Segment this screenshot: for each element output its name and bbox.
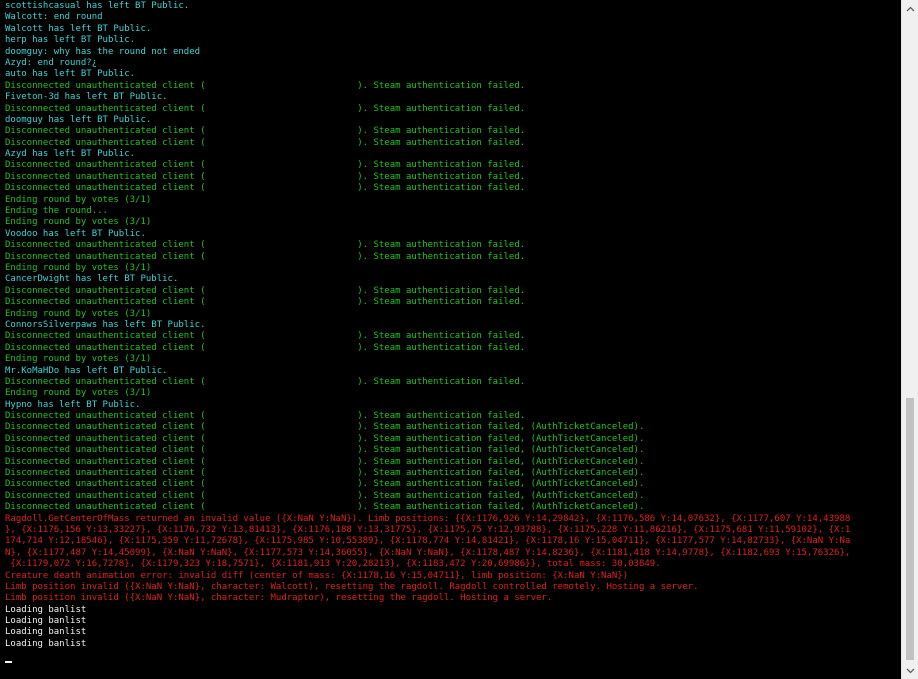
console-line: Limb position invalid ({X:NaN Y:NaN}, ch… <box>5 593 553 604</box>
console-line: Disconnected unauthenticated client ( ).… <box>5 468 645 479</box>
console-line: Disconnected unauthenticated client ( ).… <box>5 80 526 91</box>
chevron-up-icon <box>906 6 914 11</box>
console-line: Creature death animation error: invalid … <box>5 570 629 581</box>
console-line: Fiveton-3d has left BT Public. <box>5 92 168 103</box>
console-line: doomguy: why has the round not ended <box>5 46 201 57</box>
console-line: Disconnected unauthenticated client ( ).… <box>5 433 645 444</box>
vertical-scrollbar[interactable] <box>901 0 918 679</box>
console-line: Disconnected unauthenticated client ( ).… <box>5 479 645 490</box>
console-line: Loading banlist <box>5 616 87 627</box>
console-line: scottishcasual has left BT Public. <box>5 1 190 11</box>
console-line: Disconnected unauthenticated client ( ).… <box>5 331 526 342</box>
console-line: Disconnected unauthenticated client ( ).… <box>5 171 526 182</box>
console-line: Loading banlist <box>5 604 87 615</box>
console-line: Disconnected unauthenticated client ( ).… <box>5 126 526 137</box>
console-line: Ending the round... <box>5 206 108 217</box>
console-line: Disconnected unauthenticated client ( ).… <box>5 376 526 387</box>
console-line: Disconnected unauthenticated client ( ).… <box>5 297 526 308</box>
console-line: Ragdoll.GetCenterOfMass returned an inva… <box>5 513 851 524</box>
input-cursor <box>5 661 12 663</box>
console-line: Mr.KoMaHDo has left BT Public. <box>5 365 168 376</box>
chevron-down-icon <box>906 668 914 673</box>
console-window[interactable]: scottishcasual has left BT Public. Walcot… <box>0 0 900 679</box>
console-log: scottishcasual has left BT Public. Walcot… <box>5 1 900 650</box>
console-line: Voodoo has left BT Public. <box>5 228 146 239</box>
console-line: Azyd has left BT Public. <box>5 149 136 160</box>
console-line: Disconnected unauthenticated client ( ).… <box>5 445 645 456</box>
console-line: Disconnected unauthenticated client ( ).… <box>5 490 645 501</box>
console-line: Disconnected unauthenticated client ( ).… <box>5 502 645 513</box>
console-line: Walcott: end round <box>5 12 103 23</box>
console-line: auto has left BT Public. <box>5 69 136 80</box>
console-line: 174,714 Y:12,18546}, {X:1175,359 Y:11,72… <box>5 536 851 547</box>
console-line: ConnorsSilverpaws has left BT Public. <box>5 319 206 330</box>
console-line: Ending round by votes (3/1) <box>5 262 152 273</box>
console-line: }, {X:1176,156 Y:13,33227}, {X:1176,732 … <box>5 524 851 535</box>
console-line: Disconnected unauthenticated client ( ).… <box>5 183 526 194</box>
console-line: N}, {X:1177,487 Y:14,45099}, {X:NaN Y:Na… <box>5 547 851 558</box>
console-line: Ending round by votes (3/1) <box>5 308 152 319</box>
console-line: Disconnected unauthenticated client ( ).… <box>5 103 526 114</box>
console-line: Disconnected unauthenticated client ( ).… <box>5 422 645 433</box>
console-line: Disconnected unauthenticated client ( ).… <box>5 342 526 353</box>
console-line: Disconnected unauthenticated client ( ).… <box>5 160 526 171</box>
console-line: Disconnected unauthenticated client ( ).… <box>5 411 526 422</box>
console-line: Ending round by votes (3/1) <box>5 388 152 399</box>
console-line: Limb position invalid ({X:NaN Y:NaN}, ch… <box>5 581 699 592</box>
console-line: {X:1179,072 Y:16,7278}, {X:1179,323 Y:18… <box>5 559 661 570</box>
console-line: Hypno has left BT Public. <box>5 399 141 410</box>
console-line: Disconnected unauthenticated client ( ).… <box>5 240 526 251</box>
console-line: Disconnected unauthenticated client ( ).… <box>5 285 526 296</box>
console-line: Azyd: end round?¿ <box>5 57 98 68</box>
console-line: doomguy has left BT Public. <box>5 114 152 125</box>
console-line: Loading banlist <box>5 638 87 649</box>
console-line: herp has left BT Public. <box>5 35 136 46</box>
console-line: Ending round by votes (3/1) <box>5 217 152 228</box>
scroll-down-button[interactable] <box>902 662 918 679</box>
scrollbar-thumb[interactable] <box>906 398 914 660</box>
console-line: Disconnected unauthenticated client ( ).… <box>5 456 645 467</box>
console-line: CancerDwight has left BT Public. <box>5 274 179 285</box>
console-line: Ending round by votes (3/1) <box>5 194 152 205</box>
console-line: Disconnected unauthenticated client ( ).… <box>5 251 526 262</box>
console-line: Disconnected unauthenticated client ( ).… <box>5 137 526 148</box>
console-line: Walcott has left BT Public. <box>5 23 152 34</box>
scroll-up-button[interactable] <box>902 0 918 17</box>
console-line: Loading banlist <box>5 627 87 638</box>
console-line: Ending round by votes (3/1) <box>5 354 152 365</box>
